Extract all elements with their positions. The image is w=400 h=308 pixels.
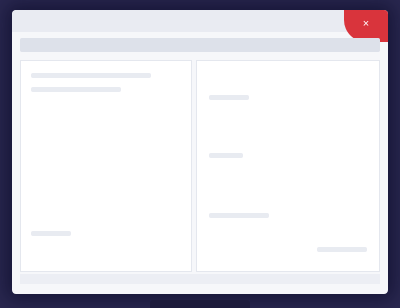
title-bar[interactable] [12, 10, 388, 32]
right-pane [196, 60, 380, 272]
blurred-text-line [317, 247, 367, 252]
blurred-text-line [209, 153, 243, 158]
close-icon: × [362, 18, 370, 30]
toolbar [20, 38, 380, 52]
blurred-text-line [31, 73, 151, 78]
blurred-text-line [31, 231, 71, 236]
blurred-text-line [31, 87, 121, 92]
blurred-text-line [209, 213, 269, 218]
blurred-text-line [209, 95, 249, 100]
taskbar[interactable] [150, 300, 250, 308]
app-window: × [12, 10, 388, 294]
left-pane [20, 60, 192, 272]
status-bar [20, 274, 380, 284]
